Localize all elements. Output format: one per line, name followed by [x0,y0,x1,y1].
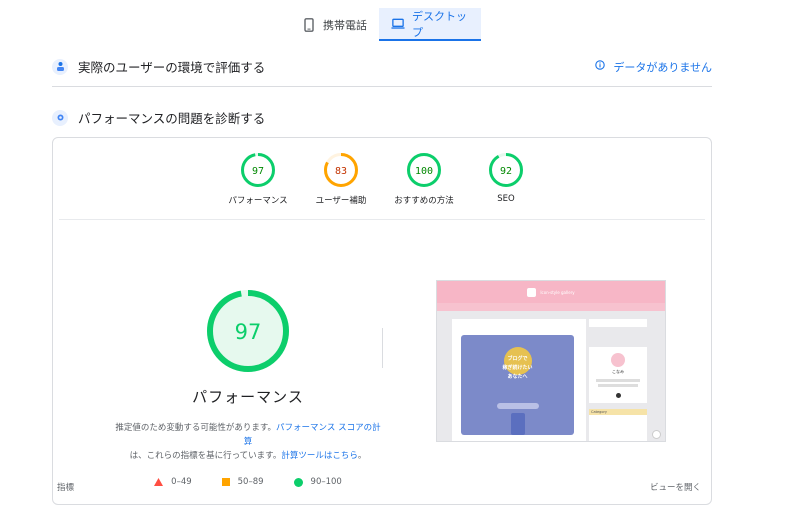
phone-icon [302,17,316,32]
gauge-seo-value: 92 [500,166,512,177]
gauge-performance-label: パフォーマンス [228,196,288,206]
hero-line: 稼ぎ続けたい [502,365,533,371]
screenshot-header-text: Icon-style gallery [540,289,575,295]
desc-text: 推定値のため変動する可能性があります。 [115,423,277,433]
desc-period: 。 [357,451,367,461]
hero-line: ブログで [507,356,528,362]
tab-mobile[interactable]: 携帯電話 [290,8,379,41]
performance-summary: 97 パフォーマンス 推定値のため変動する可能性があります。パフォーマンス スコ… [113,288,383,487]
gauge-performance-value: 97 [252,166,264,177]
gauge-seo[interactable]: 92 SEO [466,152,546,204]
diagnose-header: パフォーマンスの問題を診断する [52,108,712,127]
screenshot-nav [437,303,665,311]
performance-title: パフォーマンス [192,388,304,406]
report-card: 97 パフォーマンス 83 ユーザー補助 100 おすすめの方法 92 SEO … [52,137,712,505]
category-label: Category [589,409,647,415]
gauge-accessibility[interactable]: 83 ユーザー補助 [301,152,381,206]
gauge-divider [59,219,705,220]
performance-gauge: 97 [207,290,289,372]
hero-text: ブログで 稼ぎ続けたい あなたへ [461,355,574,382]
recaptcha-icon [652,430,661,439]
tab-mobile-label: 携帯電話 [323,18,367,32]
screenshot-search [589,319,647,327]
hero-figure [511,413,525,435]
users-icon [52,58,68,75]
screenshot-profile: こなみ [589,347,647,403]
calculator-link[interactable]: 計算ツールはこちら [281,451,358,461]
hero-line: あなたへ [507,374,528,380]
gauge-best-practices-value: 100 [415,166,433,177]
avatar [611,353,625,367]
performance-score: 97 [235,320,262,344]
gauge-seo-label: SEO [497,194,515,204]
field-data-title: 実際のユーザーの環境で評価する [78,60,266,75]
screenshot-category: Category [589,409,647,441]
hero-button [497,403,539,409]
no-data-label: データがありません [613,60,712,74]
gauge-accessibility-value: 83 [335,166,347,177]
profile-text-line [596,379,640,382]
tab-desktop-label: デスクトップ [412,9,467,39]
gauge-best-practices-label: おすすめの方法 [394,196,454,206]
screenshot-header: Icon-style gallery [437,281,665,303]
divider [52,86,712,87]
gauge-best-practices[interactable]: 100 おすすめの方法 [384,152,464,206]
screenshot-hero: ブログで 稼ぎ続けたい あなたへ [461,335,574,435]
gauge-performance-ring: 97 [241,153,275,187]
social-icon [615,393,621,398]
info-icon [595,60,606,73]
desc-text-2: は、これらの指標を基に行っています。 [129,451,282,461]
vertical-divider [382,328,383,368]
laptop-icon [391,17,405,31]
gauge-seo-ring: 92 [489,153,523,187]
gauge-best-practices-ring: 100 [407,153,441,187]
expand-view-toggle[interactable]: ビューを開く [650,481,701,493]
profile-text-line [598,384,638,387]
profile-name: こなみ [612,369,624,374]
gauge-accessibility-ring: 83 [324,153,358,187]
tab-desktop[interactable]: デスクトップ [379,8,481,41]
metrics-label: 指標 [57,483,75,493]
metrics-footer: 指標 ビューを開く [57,481,701,493]
performance-description: 推定値のため変動する可能性があります。パフォーマンス スコアの計算 は、これらの… [113,421,383,463]
gauge-performance[interactable]: 97 パフォーマンス [218,152,298,206]
no-data-notice[interactable]: データがありません [595,59,712,75]
page-screenshot[interactable]: Icon-style gallery ブログで 稼ぎ続けたい あなたへ こなみ [436,280,666,442]
device-tabs: 携帯電話 デスクトップ [290,8,481,41]
field-data-header: 実際のユーザーの環境で評価する データがありません [52,57,712,76]
site-logo-icon [527,287,537,297]
score-gauges: 97 パフォーマンス 83 ユーザー補助 100 おすすめの方法 92 SEO [53,152,711,212]
gauge-accessibility-label: ユーザー補助 [315,196,367,206]
diagnose-title: パフォーマンスの問題を診断する [78,111,266,126]
lab-icon [52,109,68,126]
screenshot-main: ブログで 稼ぎ続けたい あなたへ [452,319,586,441]
